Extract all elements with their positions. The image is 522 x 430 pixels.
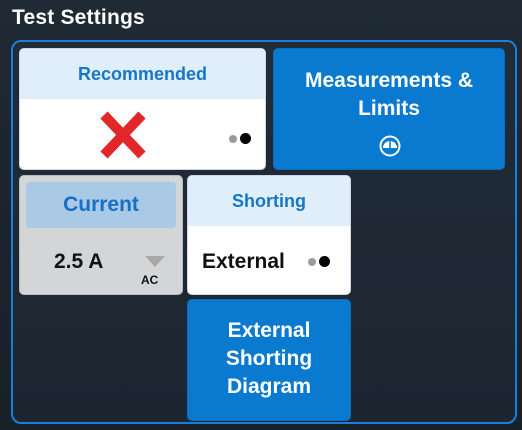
settings-panel: Recommended Measurements & Limits Curren…: [11, 40, 517, 424]
toggle-indicator-dots: [308, 256, 330, 267]
toggle-indicator-dots: [229, 133, 251, 144]
diagram-label-line3: Diagram: [226, 375, 312, 398]
current-selector[interactable]: Current 2.5 A AC: [19, 175, 183, 295]
recommended-label: Recommended: [20, 49, 265, 99]
measurements-label-line2: Limits: [358, 97, 420, 120]
measurements-limits-button[interactable]: Measurements & Limits: [273, 48, 505, 170]
test-settings-screen: Test Settings Recommended Measurements &…: [0, 0, 522, 430]
diagram-label-line2: Shorting: [225, 347, 313, 370]
red-x-icon: [98, 109, 148, 166]
shorting-value: External: [202, 250, 285, 273]
dropdown-triangle-icon: [145, 255, 165, 273]
current-subunit: AC: [141, 273, 159, 287]
recommended-tile[interactable]: Recommended: [19, 48, 266, 170]
gauge-icon: [379, 135, 401, 162]
shorting-label: Shorting: [188, 176, 350, 226]
page-title: Test Settings: [12, 6, 145, 29]
external-shorting-diagram-button[interactable]: External Shorting Diagram: [187, 299, 351, 421]
shorting-tile[interactable]: Shorting External: [187, 175, 351, 295]
measurements-label-line1: Measurements &: [304, 69, 474, 92]
current-value: 2.5 A: [54, 250, 104, 273]
diagram-label-line1: External: [227, 319, 311, 342]
current-label: Current: [26, 182, 176, 228]
